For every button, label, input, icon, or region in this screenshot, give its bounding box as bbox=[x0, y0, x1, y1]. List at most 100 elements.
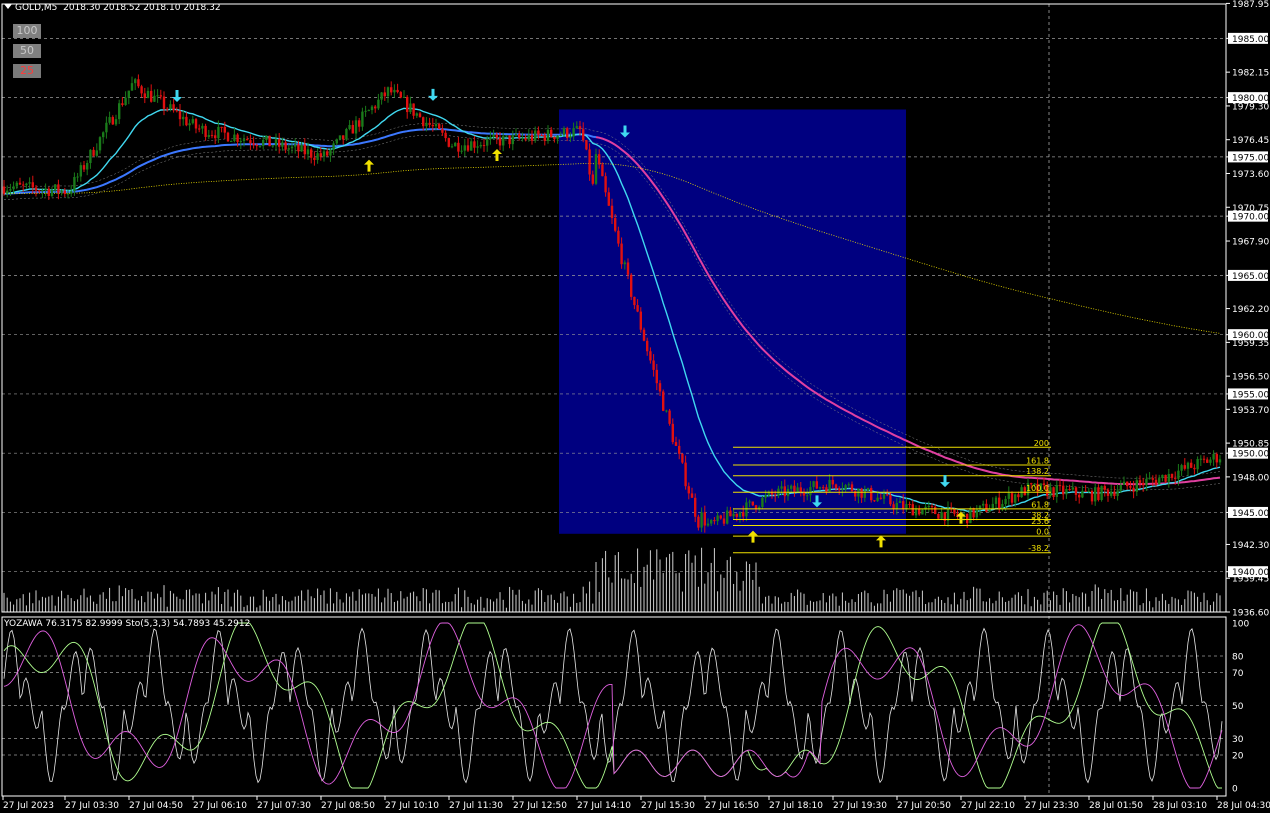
candle-body bbox=[95, 150, 98, 156]
time-tick-label: 27 Jul 07:30 bbox=[257, 801, 311, 811]
candle-body bbox=[66, 193, 70, 195]
time-tick-label: 27 Jul 15:30 bbox=[641, 801, 695, 811]
candle-body bbox=[553, 136, 556, 140]
candle-body bbox=[783, 486, 786, 497]
chevron-down-icon[interactable] bbox=[4, 4, 12, 9]
chart-canvas[interactable]: 200161.8138.2100.061.838.223.60.0-38.2 1… bbox=[0, 0, 1270, 813]
candle-body bbox=[975, 509, 978, 518]
candle-body bbox=[345, 129, 348, 140]
candle-body bbox=[102, 132, 105, 138]
candle-body bbox=[930, 506, 934, 508]
oscillator-tick-label: 80 bbox=[1232, 653, 1244, 663]
candle-body bbox=[63, 190, 66, 195]
candle-body bbox=[386, 87, 390, 97]
candle-body bbox=[367, 110, 370, 112]
candle-body bbox=[12, 186, 15, 190]
candle-body bbox=[34, 187, 38, 191]
candle-body bbox=[226, 132, 230, 142]
candle-body bbox=[703, 512, 706, 526]
candle-body bbox=[902, 501, 905, 510]
zoom-50-button[interactable]: 50 bbox=[13, 44, 41, 58]
candle-body bbox=[422, 117, 425, 127]
candle-body bbox=[841, 489, 844, 491]
candle-body bbox=[1170, 473, 1174, 478]
candle-body bbox=[434, 123, 438, 127]
price-tick-label: 1942.30 bbox=[1232, 541, 1269, 551]
candle-body bbox=[658, 383, 662, 392]
candle-body bbox=[390, 87, 393, 93]
candle-body bbox=[1138, 480, 1142, 483]
candle-body bbox=[546, 129, 550, 141]
candle-body bbox=[844, 485, 847, 490]
candle-body bbox=[1052, 487, 1055, 497]
candle-body bbox=[162, 96, 166, 109]
candle-body bbox=[335, 139, 338, 144]
candle-body bbox=[1148, 478, 1151, 480]
candle-body bbox=[706, 523, 710, 526]
price-tick-label: 1950.00 bbox=[1232, 450, 1269, 460]
candle-body bbox=[934, 506, 937, 515]
zoom-25-button[interactable]: 25 bbox=[13, 64, 41, 78]
candle-body bbox=[409, 103, 412, 113]
candle-body bbox=[1004, 498, 1007, 505]
candle-body bbox=[418, 113, 422, 118]
price-tick-label: 1985.00 bbox=[1232, 35, 1269, 45]
candle-body bbox=[294, 144, 297, 147]
candle-body bbox=[38, 190, 41, 192]
candle-body bbox=[860, 488, 863, 498]
candle-body bbox=[540, 134, 543, 136]
candle-body bbox=[937, 514, 940, 519]
candle-body bbox=[450, 146, 454, 148]
candle-body bbox=[838, 488, 841, 491]
candle-body bbox=[1180, 465, 1183, 471]
candle-body bbox=[607, 192, 610, 206]
candle-body bbox=[1071, 487, 1074, 490]
candle-body bbox=[1135, 480, 1138, 492]
candle-body bbox=[719, 515, 722, 519]
fib-level-label: -38.2 bbox=[1028, 544, 1049, 553]
zoom-100-button[interactable]: 100 bbox=[13, 24, 41, 38]
candle-body bbox=[18, 182, 22, 185]
candle-body bbox=[713, 520, 716, 522]
candle-body bbox=[150, 90, 153, 102]
candle-body bbox=[460, 150, 463, 152]
candle-body bbox=[178, 111, 182, 120]
oscillator-tick-label: 70 bbox=[1232, 669, 1244, 679]
fib-level-label: 100.0 bbox=[1026, 484, 1049, 493]
price-tick-label: 1967.90 bbox=[1232, 238, 1269, 248]
candle-body bbox=[1183, 465, 1186, 469]
candle-body bbox=[610, 205, 614, 219]
candle-body bbox=[1106, 489, 1110, 496]
time-tick-label: 27 Jul 2023 bbox=[3, 801, 54, 811]
candle-body bbox=[310, 149, 313, 158]
candle-body bbox=[6, 190, 9, 194]
candle-body bbox=[642, 329, 646, 341]
candle-body bbox=[1058, 485, 1062, 487]
candle-body bbox=[761, 497, 764, 507]
candle-body bbox=[882, 494, 886, 499]
candle-body bbox=[742, 512, 745, 517]
candle-body bbox=[559, 134, 562, 136]
candle-body bbox=[303, 144, 306, 155]
candle-body bbox=[191, 119, 194, 124]
candle-body bbox=[828, 479, 831, 492]
candle-body bbox=[402, 96, 406, 98]
candle-body bbox=[684, 462, 687, 487]
candle-body bbox=[236, 134, 239, 142]
candle-body bbox=[569, 136, 572, 138]
candle-body bbox=[681, 453, 684, 463]
candle-body bbox=[406, 96, 409, 113]
candle-body bbox=[911, 504, 914, 516]
candle-body bbox=[1068, 488, 1071, 490]
candle-body bbox=[988, 509, 991, 512]
candle-body bbox=[892, 504, 895, 509]
candle-body bbox=[1094, 487, 1097, 502]
candle-body bbox=[140, 86, 143, 94]
candle-body bbox=[159, 95, 162, 97]
candle-body bbox=[745, 502, 748, 517]
candle-body bbox=[489, 137, 492, 140]
candle-body bbox=[566, 128, 569, 138]
oscillator-tick-label: 100 bbox=[1232, 620, 1249, 630]
candle-body bbox=[966, 513, 969, 524]
candle-body bbox=[623, 262, 626, 265]
